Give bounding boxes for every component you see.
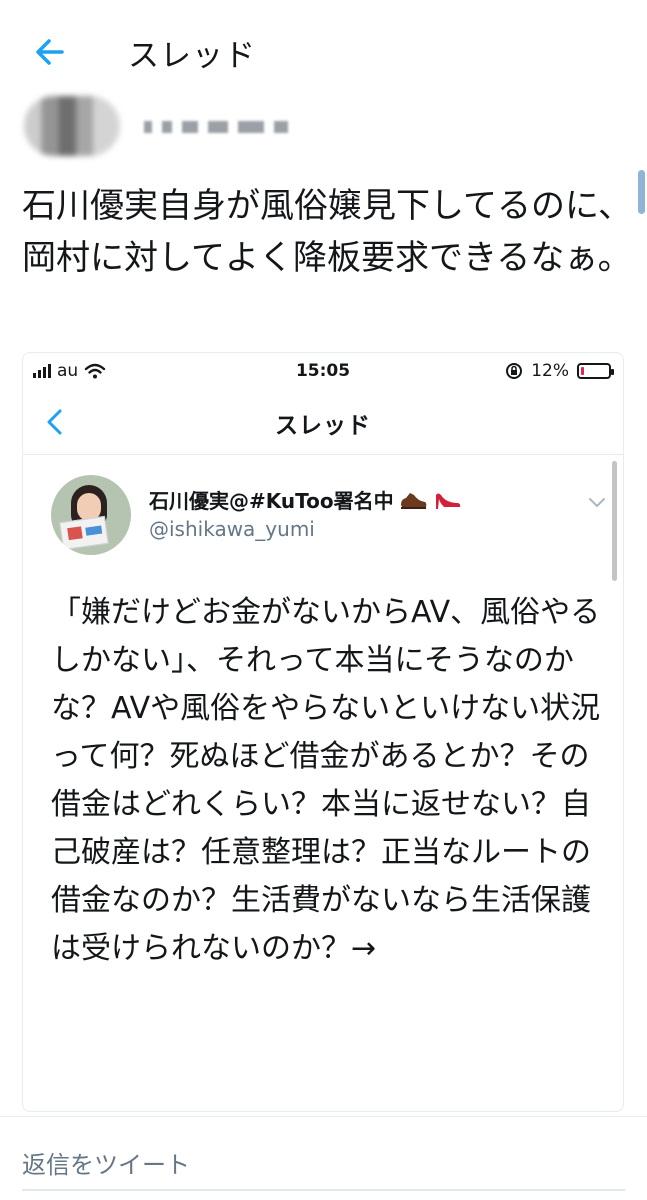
inner-scroll-indicator xyxy=(612,461,617,581)
chevron-down-icon xyxy=(589,498,605,507)
page-title: スレッド xyxy=(128,38,256,74)
author-name-blurred xyxy=(144,118,324,136)
inner-tweet-author: 石川優実@#KuToo署名中 @ishikawa_yumi xyxy=(51,475,611,563)
reply-input[interactable]: 返信をツイート xyxy=(22,1145,190,1180)
inner-author-name: 石川優実@#KuToo署名中 xyxy=(149,489,394,513)
reply-bar: 返信をツイート xyxy=(0,1116,647,1200)
embedded-screenshot[interactable]: au 15:05 12% スレッド 石川優実@#KuToo署名中 @ishika… xyxy=(22,352,624,1112)
arrow-left-icon[interactable] xyxy=(32,34,68,70)
battery-percent: 12% xyxy=(531,361,569,381)
tweet-text: 石川優実自身が風俗嬢見下してるのに、岡村に対してよく降板要求できるなぁ。 xyxy=(22,186,632,278)
inner-nav-bar: スレッド xyxy=(23,389,623,455)
rotation-lock-icon xyxy=(506,363,523,379)
avatar[interactable] xyxy=(24,96,120,156)
shoe-icon xyxy=(400,492,426,509)
battery-level xyxy=(581,367,584,375)
high-heel-icon xyxy=(435,493,460,509)
inner-avatar xyxy=(51,475,131,555)
inner-page-title: スレッド xyxy=(275,413,371,439)
status-bar: au 15:05 12% xyxy=(23,353,623,389)
status-right: 12% xyxy=(505,361,614,381)
divider xyxy=(22,1189,625,1191)
scroll-indicator[interactable] xyxy=(638,170,645,214)
inner-tweet-text: 「嫌だけどお金がないからAV、風俗やるしかない」、それって本当にそうなのかな？A… xyxy=(51,595,601,966)
tweet-author[interactable] xyxy=(24,96,344,162)
inner-author-name-row: 石川優実@#KuToo署名中 xyxy=(149,485,462,514)
inner-author-handle: @ishikawa_yumi xyxy=(149,517,315,541)
top-bar: スレッド xyxy=(0,0,647,100)
battery-icon xyxy=(577,363,614,379)
